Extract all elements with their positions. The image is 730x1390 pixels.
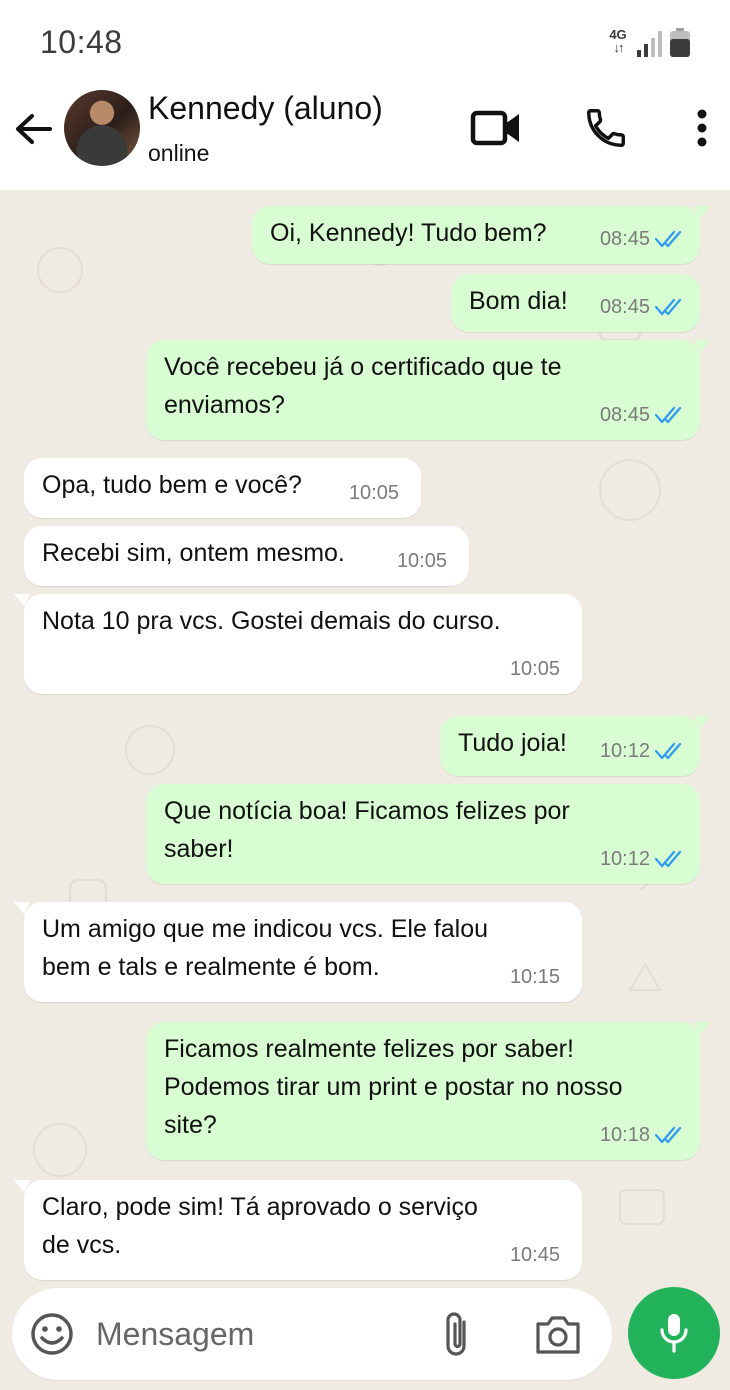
message-bubble-incoming[interactable]: Nota 10 pra vcs. Gostei demais do curso.… (14, 594, 582, 694)
message-time: 10:15 (509, 966, 560, 988)
bubble-tail (14, 594, 30, 606)
mic-button[interactable] (628, 1287, 720, 1379)
message-input[interactable] (96, 1308, 416, 1360)
video-call-button[interactable] (468, 100, 524, 156)
message-time: 10:05 (348, 482, 399, 504)
message-meta: 10:05 (349, 474, 399, 512)
message-meta: 08:45 (600, 396, 686, 434)
message-bubble-outgoing[interactable]: Tudo joia! 10:12 (440, 716, 710, 776)
read-receipt-icon (654, 406, 682, 424)
message-text: Recebi sim, ontem mesmo. (42, 539, 345, 567)
message-bubble-outgoing[interactable]: Ficamos realmente felizes por saber! Pod… (146, 1022, 710, 1160)
bubble-tail (14, 1180, 30, 1192)
message-bubble-outgoing[interactable]: Oi, Kennedy! Tudo bem? 08:45 (252, 206, 710, 264)
message-text: Um amigo que me indicou vcs. Ele falou b… (42, 915, 489, 981)
bubble-tail (694, 1022, 710, 1034)
mic-icon (660, 1314, 688, 1353)
message-composer (12, 1288, 612, 1380)
message-bubble-incoming[interactable]: Opa, tudo bem e você? 10:05 (24, 458, 421, 518)
message-meta: 10:18 (600, 1116, 686, 1154)
message-bubble-incoming[interactable]: Claro, pode sim! Tá aprovado o serviço d… (14, 1180, 582, 1280)
message-bubble-outgoing[interactable]: Bom dia! 08:45 (451, 274, 700, 332)
bubble-tail (694, 340, 710, 352)
message-meta: 10:05 (510, 650, 560, 688)
message-meta: 08:45 (600, 220, 686, 258)
contact-status: online (148, 140, 210, 166)
read-receipt-icon (654, 742, 682, 760)
message-time: 08:45 (599, 404, 650, 426)
message-time: 10:05 (509, 658, 560, 680)
voice-call-button[interactable] (578, 100, 634, 156)
back-arrow-icon[interactable] (12, 108, 54, 150)
message-time: 10:12 (599, 848, 650, 870)
message-meta: 10:12 (600, 732, 686, 770)
attach-icon[interactable] (434, 1308, 482, 1362)
message-time: 10:45 (509, 1244, 560, 1266)
read-receipt-icon (654, 298, 682, 316)
message-time: 10:18 (599, 1124, 650, 1146)
message-time: 08:45 (599, 296, 650, 318)
message-meta: 10:05 (397, 542, 447, 580)
message-text: Nota 10 pra vcs. Gostei demais do curso. (42, 607, 501, 635)
status-time: 10:48 (40, 24, 123, 60)
camera-icon[interactable] (532, 1310, 584, 1358)
message-meta: 10:45 (510, 1236, 560, 1274)
chat-area[interactable]: Oi, Kennedy! Tudo bem? 08:45 Bom dia! 08… (0, 190, 730, 1390)
bubble-tail (14, 902, 30, 914)
bubble-tail (694, 716, 710, 728)
phone-icon (587, 109, 625, 147)
chat-header: Kennedy (aluno) online (0, 82, 730, 190)
video-call-icon (470, 110, 519, 146)
message-bubble-incoming[interactable]: Um amigo que me indicou vcs. Ele falou b… (14, 902, 582, 1002)
network-indicator: 4G ↓↑ (606, 28, 630, 54)
read-receipt-icon (654, 230, 682, 248)
message-time: 08:45 (599, 228, 650, 250)
read-receipt-icon (654, 1126, 682, 1144)
message-time: 10:05 (396, 550, 447, 572)
emoji-icon[interactable] (28, 1310, 76, 1358)
message-meta: 08:45 (600, 288, 686, 326)
data-arrows-icon: ↓↑ (613, 40, 625, 55)
message-time: 10:12 (599, 740, 650, 762)
bubble-tail (694, 206, 710, 218)
message-bubble-outgoing[interactable]: Você recebeu já o certificado que te env… (146, 340, 710, 440)
contact-name[interactable]: Kennedy (aluno) (148, 90, 383, 127)
read-receipt-icon (654, 850, 682, 868)
message-bubble-outgoing[interactable]: Que notícia boa! Ficamos felizes por sab… (146, 784, 700, 884)
message-text: Claro, pode sim! Tá aprovado o serviço d… (42, 1193, 478, 1259)
more-options-icon (697, 109, 707, 147)
battery-icon (670, 28, 690, 57)
status-bar: 10:48 4G ↓↑ (0, 0, 730, 82)
more-options-button[interactable] (674, 100, 730, 156)
message-meta: 10:12 (600, 840, 686, 878)
message-bubble-incoming[interactable]: Recebi sim, ontem mesmo. 10:05 (24, 526, 469, 586)
avatar[interactable] (64, 90, 140, 166)
message-meta: 10:15 (510, 958, 560, 996)
signal-icon (637, 31, 662, 57)
